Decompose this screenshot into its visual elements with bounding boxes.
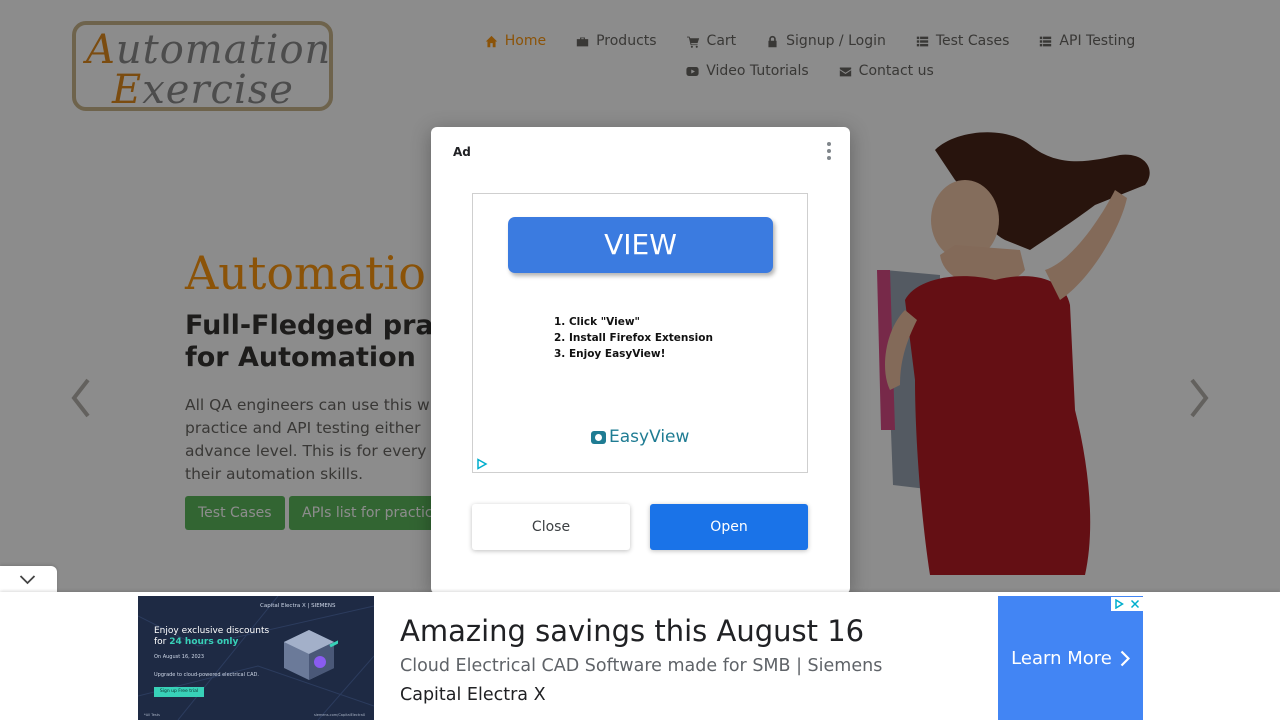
learn-more-button[interactable]: Learn More: [998, 596, 1143, 720]
anchor-ad-title[interactable]: Amazing savings this August 16: [400, 614, 864, 648]
anchor-image-upgrade: Upgrade to cloud-powered electrical CAD.: [154, 672, 259, 678]
anchor-image-cta: Sign up Free trial: [154, 687, 204, 697]
anchor-image-footer-right: siemens.com/CapitalElectraX: [314, 713, 366, 717]
learn-more-label: Learn More: [1011, 647, 1112, 669]
ad-step-2: 2. Install Firefox Extension: [554, 332, 713, 344]
cube-graphic: [284, 630, 338, 680]
ad-open-button[interactable]: Open: [650, 504, 808, 550]
adchoices-icon[interactable]: [476, 458, 488, 470]
anchor-image-line-1: Enjoy exclusive discounts: [154, 626, 270, 636]
anchor-image-line-2-pre: for: [154, 637, 170, 647]
ad-step-1: 1. Click "View": [554, 316, 641, 328]
anchor-image-highlight: 24 hours only: [169, 637, 239, 647]
ad-label: Ad: [453, 145, 471, 159]
ad-creative[interactable]: VIEW 1. Click "View" 2. Install Firefox …: [472, 193, 808, 473]
anchor-ad-subtitle[interactable]: Cloud Electrical CAD Software made for S…: [400, 656, 882, 676]
anchor-image-date: On August 16, 2023: [154, 654, 205, 660]
adchoices-close-button[interactable]: [1127, 597, 1143, 611]
eye-icon: [591, 430, 606, 444]
ad-step-3: 3. Enjoy EasyView!: [554, 348, 666, 360]
anchor-image-brand: Capital Electra X | SIEMENS: [260, 603, 336, 609]
close-icon: [1130, 599, 1140, 609]
chevron-right-icon: [1120, 650, 1130, 666]
adchoices-play-icon: [1115, 599, 1124, 609]
anchor-ad-bar: Capital Electra X | SIEMENS Enjoy exclus…: [0, 592, 1280, 720]
anchor-ad-image[interactable]: Capital Electra X | SIEMENS Enjoy exclus…: [138, 596, 374, 720]
anchor-ad-advertiser[interactable]: Capital Electra X: [400, 685, 546, 705]
chevron-down-icon: [19, 575, 36, 585]
adchoices-info-button[interactable]: [1111, 597, 1127, 611]
adchoices-badge: [1111, 597, 1143, 611]
anchor-image-footer-left: *All Tests: [144, 713, 160, 717]
anchor-collapse-button[interactable]: [0, 566, 57, 593]
easyview-logo: EasyView: [591, 427, 689, 447]
ad-steps: 1. Click "View" 2. Install Firefox Exten…: [554, 314, 713, 362]
ad-view-button[interactable]: VIEW: [508, 217, 773, 273]
ad-menu-kebab-icon[interactable]: [825, 142, 833, 160]
anchor-image-headline: Enjoy exclusive discounts for 24 hours o…: [154, 626, 269, 648]
easyview-brand-text: EasyView: [609, 427, 690, 447]
ad-close-button[interactable]: Close: [472, 504, 630, 550]
ad-dialog: Ad VIEW 1. Click "View" 2. Install Firef…: [431, 127, 850, 594]
